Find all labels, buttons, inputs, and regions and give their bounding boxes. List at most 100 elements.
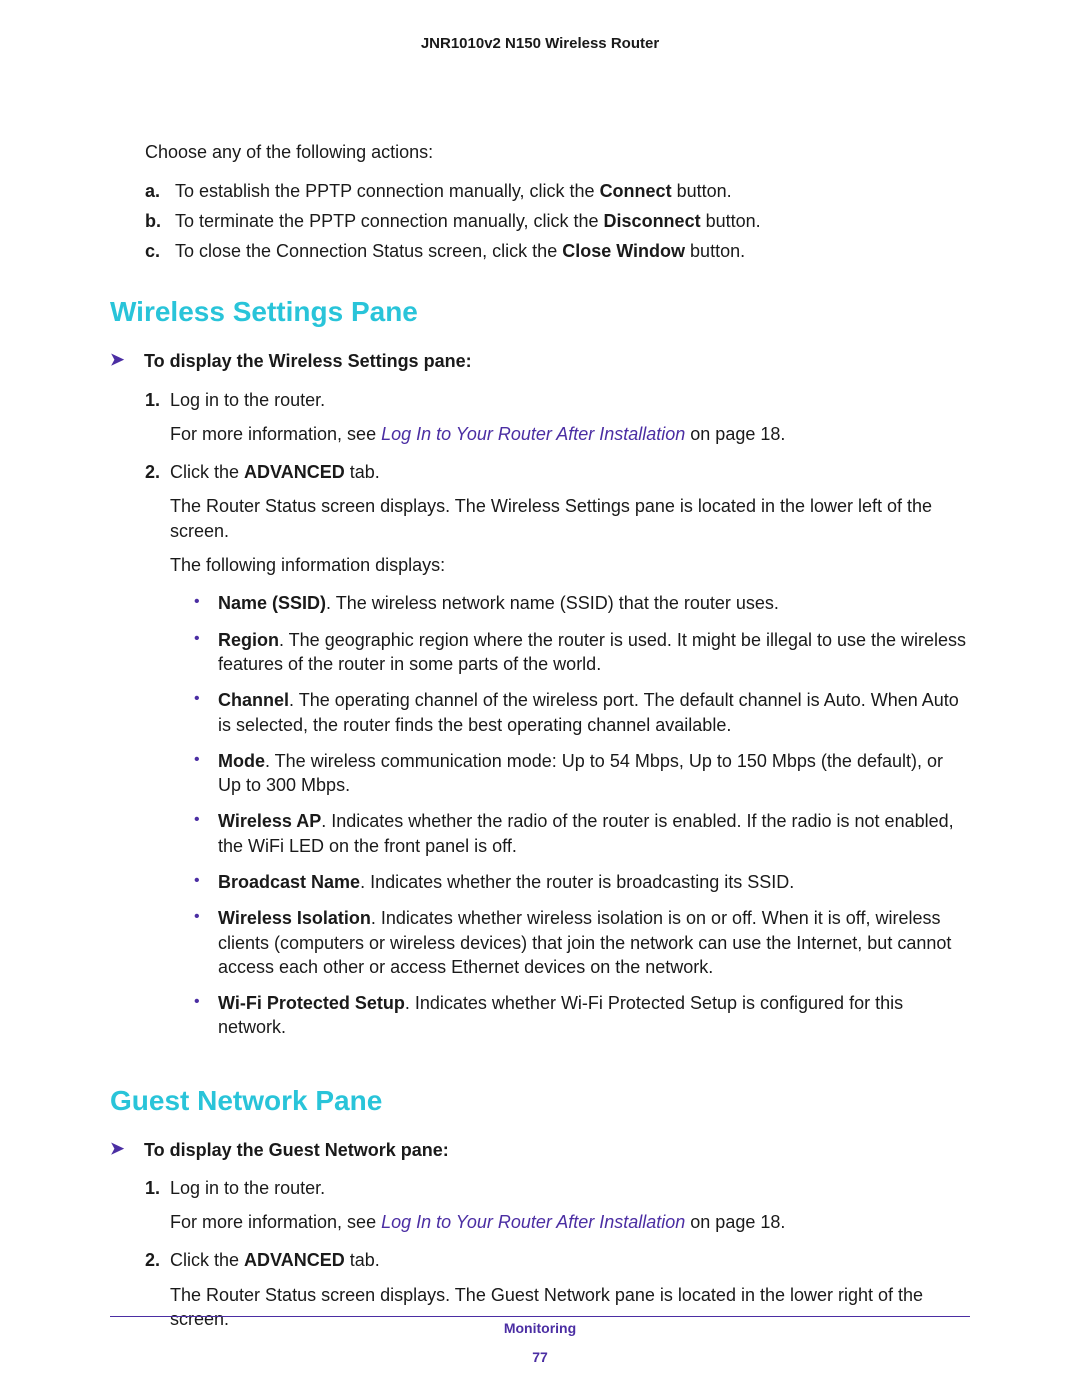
text-post: button. [685, 241, 745, 261]
footer-page-number: 77 [0, 1348, 1080, 1367]
bullet-icon: • [194, 906, 218, 979]
step-desc2: The following information displays: [170, 553, 970, 577]
text-bold: ADVANCED [244, 462, 345, 482]
text-pre: Click the [170, 1250, 244, 1270]
action-label: b. [145, 209, 175, 233]
procedure-title: To display the Wireless Settings pane: [144, 349, 472, 373]
text-post: button. [672, 181, 732, 201]
bullet-body: Wi-Fi Protected Setup. Indicates whether… [218, 991, 970, 1040]
bullet-body: Mode. The wireless communication mode: U… [218, 749, 970, 798]
text-bold: Close Window [562, 241, 685, 261]
step-text: Click the ADVANCED tab. [170, 1248, 970, 1272]
bullet-item: •Wi-Fi Protected Setup. Indicates whethe… [194, 991, 970, 1040]
arrow-icon: ➤ [110, 1138, 144, 1161]
arrow-icon: ➤ [110, 349, 144, 372]
footer-rule [110, 1316, 970, 1317]
text-post: button. [701, 211, 761, 231]
guest-network-heading: Guest Network Pane [110, 1082, 970, 1120]
cross-ref-link[interactable]: Log In to Your Router After Installation [381, 1212, 685, 1232]
more-pre: For more information, see [170, 424, 381, 444]
bullet-icon: • [194, 749, 218, 798]
step-more: For more information, see Log In to Your… [170, 1210, 970, 1234]
bullet-icon: • [194, 870, 218, 894]
step-1: 1. Log in to the router. For more inform… [145, 388, 970, 447]
bullet-item: •Name (SSID). The wireless network name … [194, 591, 970, 615]
bullet-icon: • [194, 591, 218, 615]
action-text: To establish the PPTP connection manuall… [175, 179, 970, 203]
text-bold: ADVANCED [244, 1250, 345, 1270]
step-desc: The Router Status screen displays. The W… [170, 494, 970, 543]
desc: . The wireless network name (SSID) that … [326, 593, 779, 613]
bullet-icon: • [194, 991, 218, 1040]
procedure-title: To display the Guest Network pane: [144, 1138, 449, 1162]
bullet-body: Wireless Isolation. Indicates whether wi… [218, 906, 970, 979]
bullet-item: •Broadcast Name. Indicates whether the r… [194, 870, 970, 894]
step-body: Log in to the router. For more informati… [170, 388, 970, 447]
action-text: To terminate the PPTP connection manuall… [175, 209, 970, 233]
step-2: 2. Click the ADVANCED tab. The Router St… [145, 460, 970, 1052]
step-more: For more information, see Log In to Your… [170, 422, 970, 446]
page-footer: Monitoring 77 [0, 1319, 1080, 1367]
bullet-body: Broadcast Name. Indicates whether the ro… [218, 870, 970, 894]
step-body: Log in to the router. For more informati… [170, 1176, 970, 1235]
bullet-item: •Wireless AP. Indicates whether the radi… [194, 809, 970, 858]
term: Wireless Isolation [218, 908, 371, 928]
bullet-item: •Wireless Isolation. Indicates whether w… [194, 906, 970, 979]
desc: . Indicates whether the radio of the rou… [218, 811, 954, 855]
intro-line: Choose any of the following actions: [145, 140, 970, 164]
action-label: a. [145, 179, 175, 203]
bullet-body: Wireless AP. Indicates whether the radio… [218, 809, 970, 858]
product-header: JNR1010v2 N150 Wireless Router [110, 34, 970, 54]
procedure-heading: ➤ To display the Guest Network pane: [110, 1138, 970, 1162]
action-item: c. To close the Connection Status screen… [145, 239, 970, 263]
wireless-settings-heading: Wireless Settings Pane [110, 293, 970, 331]
step-body: Click the ADVANCED tab. The Router Statu… [170, 460, 970, 1052]
procedure-heading: ➤ To display the Wireless Settings pane: [110, 349, 970, 373]
action-text: To close the Connection Status screen, c… [175, 239, 970, 263]
page: JNR1010v2 N150 Wireless Router Choose an… [0, 0, 1080, 1397]
text-pre: To close the Connection Status screen, c… [175, 241, 562, 261]
cross-ref-link[interactable]: Log In to Your Router After Installation [381, 424, 685, 444]
text-pre: To terminate the PPTP connection manuall… [175, 211, 604, 231]
term: Broadcast Name [218, 872, 360, 892]
more-pre: For more information, see [170, 1212, 381, 1232]
footer-section: Monitoring [0, 1319, 1080, 1338]
bullet-icon: • [194, 628, 218, 677]
bullet-item: •Mode. The wireless communication mode: … [194, 749, 970, 798]
term: Channel [218, 690, 289, 710]
action-label: c. [145, 239, 175, 263]
action-item: b. To terminate the PPTP connection manu… [145, 209, 970, 233]
term: Wi-Fi Protected Setup [218, 993, 405, 1013]
text-bold: Connect [600, 181, 672, 201]
text-bold: Disconnect [604, 211, 701, 231]
numbered-list: 1. Log in to the router. For more inform… [145, 1176, 970, 1331]
desc: . The operating channel of the wireless … [218, 690, 959, 734]
term: Region [218, 630, 279, 650]
bullet-body: Region. The geographic region where the … [218, 628, 970, 677]
bullet-icon: • [194, 809, 218, 858]
text-post: tab. [345, 1250, 380, 1270]
bullet-item: •Region. The geographic region where the… [194, 628, 970, 677]
bullet-icon: • [194, 688, 218, 737]
numbered-list: 1. Log in to the router. For more inform… [145, 388, 970, 1052]
step-text: Click the ADVANCED tab. [170, 460, 970, 484]
text-pre: To establish the PPTP connection manuall… [175, 181, 600, 201]
action-list: a. To establish the PPTP connection manu… [145, 179, 970, 264]
more-post: on page 18. [685, 1212, 785, 1232]
bullet-list: •Name (SSID). The wireless network name … [194, 591, 970, 1039]
more-post: on page 18. [685, 424, 785, 444]
bullet-body: Name (SSID). The wireless network name (… [218, 591, 970, 615]
bullet-item: •Channel. The operating channel of the w… [194, 688, 970, 737]
step-number: 2. [145, 460, 170, 1052]
desc: . The geographic region where the router… [218, 630, 966, 674]
step-number: 1. [145, 388, 170, 447]
term: Name (SSID) [218, 593, 326, 613]
step-number: 1. [145, 1176, 170, 1235]
term: Mode [218, 751, 265, 771]
step-text: Log in to the router. [170, 388, 970, 412]
action-item: a. To establish the PPTP connection manu… [145, 179, 970, 203]
text-pre: Click the [170, 462, 244, 482]
step-text: Log in to the router. [170, 1176, 970, 1200]
text-post: tab. [345, 462, 380, 482]
bullet-body: Channel. The operating channel of the wi… [218, 688, 970, 737]
